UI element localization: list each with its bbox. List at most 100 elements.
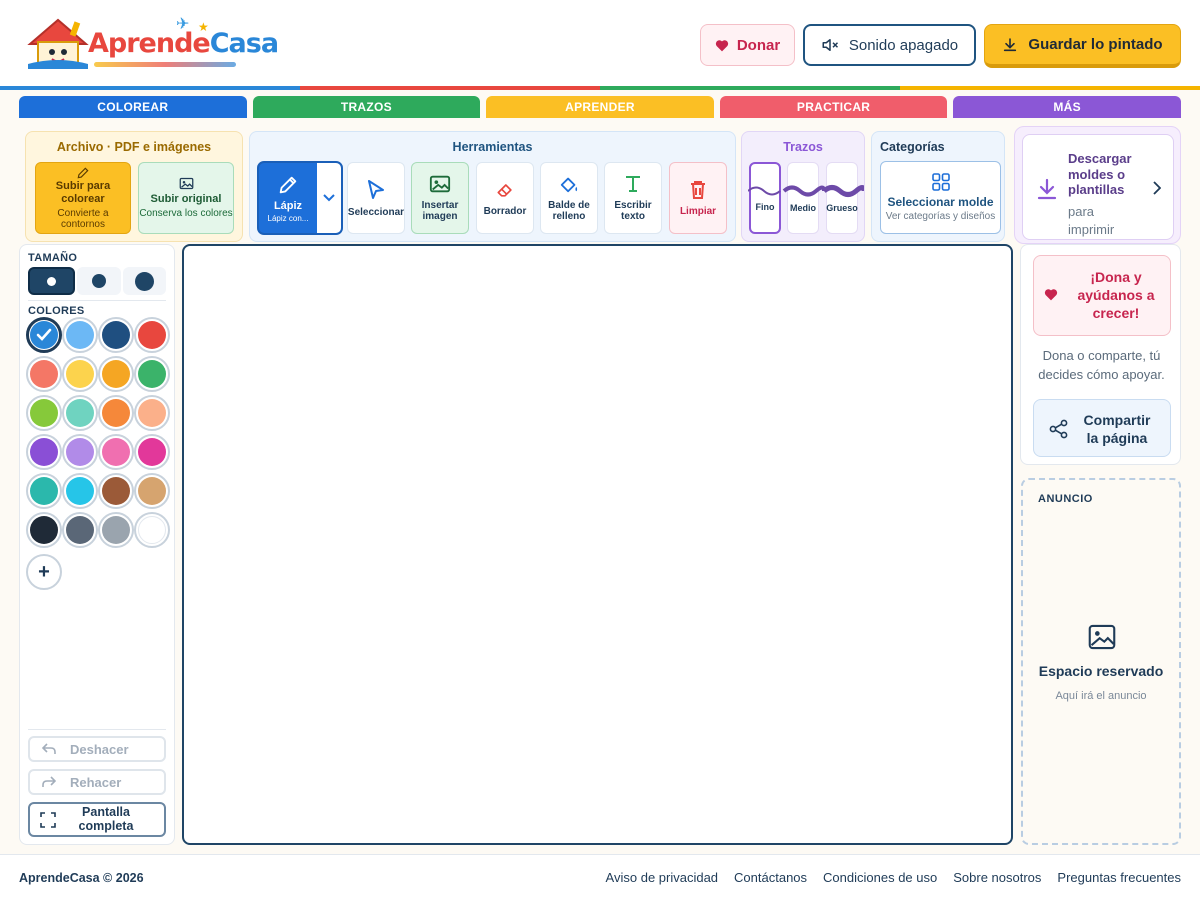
color-swatch[interactable]: [134, 317, 170, 353]
color-swatch[interactable]: [134, 473, 170, 509]
color-swatch[interactable]: [26, 395, 62, 431]
color-swatch[interactable]: [98, 434, 134, 470]
rainbow-segment: [900, 86, 1200, 90]
swatch-color-dot: [138, 360, 166, 388]
footer-link[interactable]: Contáctanos: [734, 870, 807, 885]
pencil-options-dropdown[interactable]: [317, 163, 341, 233]
swatch-color-dot: [66, 399, 94, 427]
color-swatch[interactable]: [62, 512, 98, 548]
size-medium-dot: [91, 274, 106, 288]
clear-label: Limpiar: [679, 205, 717, 217]
tab-trazos[interactable]: TRAZOS: [252, 96, 481, 118]
rainbow-segment: [300, 86, 600, 90]
clear-button[interactable]: Limpiar: [669, 162, 727, 234]
size-large-button[interactable]: [122, 267, 166, 295]
fill-bucket-tool-button[interactable]: Balde de relleno: [540, 162, 598, 234]
select-template-button[interactable]: Seleccionar molde Ver categorías y diseñ…: [880, 161, 1001, 234]
paper-plane-icon: ✈: [176, 16, 190, 33]
select-tool-button[interactable]: Seleccionar: [347, 162, 405, 234]
color-swatch[interactable]: [98, 317, 134, 353]
pencil-tool-main[interactable]: Lápiz Lápiz con...: [259, 163, 317, 233]
upload-to-color-sub: Convierte a contornos: [57, 207, 109, 230]
insert-image-tool-button[interactable]: Insertar imagen: [411, 162, 469, 234]
color-swatch[interactable]: [98, 356, 134, 392]
swatch-color-dot: [66, 516, 94, 544]
color-swatch[interactable]: [134, 395, 170, 431]
tab-colorear[interactable]: COLOREAR: [19, 96, 247, 118]
donate-label: Donar: [736, 36, 781, 54]
footer-link[interactable]: Aviso de privacidad: [606, 870, 719, 885]
drawing-canvas[interactable]: [182, 244, 1013, 845]
chevron-down-icon: [323, 194, 335, 202]
sound-toggle-button[interactable]: Sonido apagado: [803, 24, 976, 66]
swatch-color-dot: [30, 477, 58, 505]
footer-link[interactable]: Preguntas frecuentes: [1057, 870, 1181, 885]
footer-links: Aviso de privacidad Contáctanos Condicione…: [606, 870, 1181, 885]
share-page-button[interactable]: Compartir la página: [1033, 399, 1171, 457]
color-swatch[interactable]: [134, 356, 170, 392]
main-tabs: COLOREAR TRAZOS APRENDER PRACTICAR MÁS: [19, 96, 1181, 118]
logo[interactable]: AprendeCasa ✈ ★: [20, 10, 279, 74]
stroke-grueso-label: Grueso: [826, 203, 858, 213]
upload-to-color-button[interactable]: Subir para colorear Convierte a contorno…: [35, 162, 131, 234]
upload-original-button[interactable]: Subir original Conserva los colores: [138, 162, 234, 234]
tab-practicar[interactable]: PRACTICAR: [719, 96, 948, 118]
size-small-button[interactable]: [28, 267, 76, 295]
select-tool-label: Seleccionar: [347, 206, 405, 218]
ad-title: Espacio reservado: [1038, 663, 1164, 679]
download-templates-panel: Descargar moldes o plantillas para impri…: [1014, 126, 1181, 244]
color-swatch[interactable]: [62, 473, 98, 509]
donate-cta-text: ¡Dona y ayúdanos a crecer!: [1077, 269, 1155, 322]
color-swatch[interactable]: [98, 512, 134, 548]
rainbow-divider: [0, 86, 1200, 90]
color-swatch[interactable]: [62, 317, 98, 353]
swatch-color-dot: [66, 477, 94, 505]
redo-button[interactable]: Rehacer: [28, 769, 166, 795]
color-swatch[interactable]: [26, 473, 62, 509]
color-swatch[interactable]: [26, 512, 62, 548]
donate-cta-button[interactable]: ¡Dona y ayúdanos a crecer!: [1033, 255, 1171, 336]
swatch-color-dot: [30, 516, 58, 544]
color-swatch[interactable]: [62, 395, 98, 431]
download-templates-button[interactable]: Descargar moldes o plantillas para impri…: [1022, 134, 1174, 240]
color-swatch[interactable]: [26, 356, 62, 392]
color-swatch[interactable]: [26, 317, 62, 353]
color-swatch[interactable]: [98, 395, 134, 431]
upload-original-title: Subir original: [150, 192, 222, 205]
save-label: Guardar lo pintado: [1028, 36, 1163, 53]
stroke-wave-icon: [748, 185, 864, 197]
swatch-color-dot: [138, 438, 166, 466]
swatch-color-dot: [66, 438, 94, 466]
swatch-color-dot: [102, 516, 130, 544]
rainbow-segment: [0, 86, 300, 90]
color-swatch[interactable]: [26, 434, 62, 470]
color-swatch[interactable]: [134, 434, 170, 470]
donate-button[interactable]: Donar: [700, 24, 795, 66]
footer-link[interactable]: Condiciones de uso: [823, 870, 937, 885]
text-tool-button[interactable]: Escribir texto: [604, 162, 662, 234]
swatch-color-dot: [102, 477, 130, 505]
footer-link[interactable]: Sobre nosotros: [953, 870, 1041, 885]
undo-button[interactable]: Deshacer: [28, 736, 166, 762]
left-sidebar: TAMAÑO COLORES + Deshacer Rehacer Pantal…: [19, 244, 175, 845]
color-swatch[interactable]: [98, 473, 134, 509]
fullscreen-button[interactable]: Pantalla completa: [28, 802, 166, 837]
eraser-tool-button[interactable]: Borrador: [476, 162, 534, 234]
copyright: AprendeCasa © 2026: [19, 871, 144, 885]
image-icon: [429, 175, 451, 193]
size-medium-button[interactable]: [77, 267, 121, 295]
text-icon: [626, 176, 640, 192]
pencil-tool[interactable]: Lápiz Lápiz con...: [257, 161, 343, 235]
save-drawing-button[interactable]: Guardar lo pintado: [984, 24, 1181, 68]
file-panel-title: Archivo · PDF e imágenes: [56, 140, 212, 154]
tools-panel: Herramientas Lápiz Lápiz con... Seleccio…: [249, 131, 736, 242]
tab-mas[interactable]: MÁS: [953, 96, 1181, 118]
color-swatch[interactable]: [62, 356, 98, 392]
star-icon: ★: [198, 20, 209, 34]
insert-image-label: Insertar imagen: [421, 200, 459, 222]
color-swatch[interactable]: [134, 512, 170, 548]
pencil-sub: Lápiz con...: [267, 213, 309, 223]
color-swatch[interactable]: [62, 434, 98, 470]
add-color-button[interactable]: +: [26, 554, 62, 590]
tab-aprender[interactable]: APRENDER: [486, 96, 714, 118]
